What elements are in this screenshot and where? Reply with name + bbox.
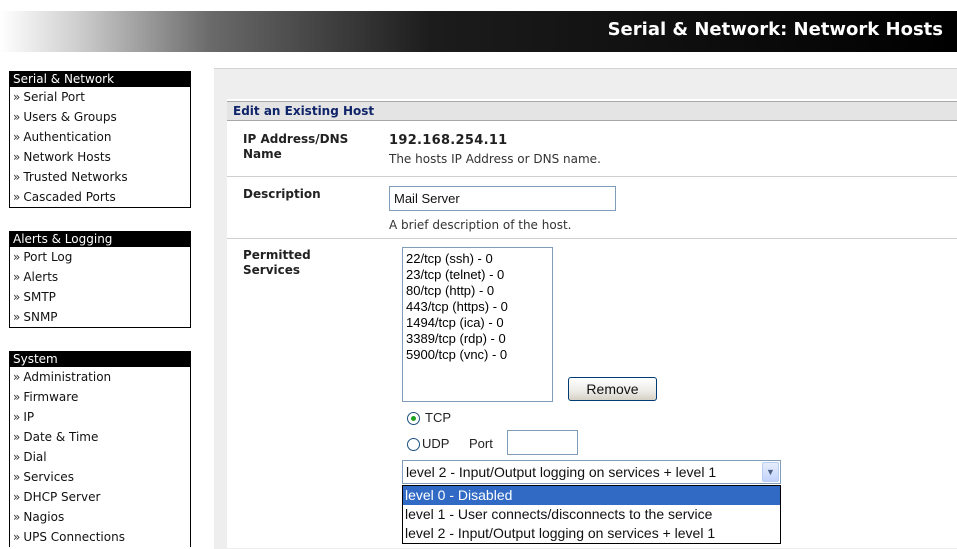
udp-label: UDP xyxy=(422,436,450,451)
ip-help: The hosts IP Address or DNS name. xyxy=(389,152,601,166)
bullet-icon: » xyxy=(13,470,21,484)
bullet-icon: » xyxy=(13,410,21,424)
sidebar-item-authentication[interactable]: » Authentication xyxy=(10,127,190,147)
port-label: Port xyxy=(469,436,493,451)
bullet-icon: » xyxy=(13,430,21,444)
log-level-selected: level 2 - Input/Output logging on servic… xyxy=(406,464,717,480)
log-level-select[interactable]: level 2 - Input/Output logging on servic… xyxy=(402,460,781,484)
log-level-option[interactable]: level 0 - Disabled xyxy=(403,486,780,505)
sidebar-item-users-groups[interactable]: » Users & Groups xyxy=(10,107,190,127)
bullet-icon: » xyxy=(13,110,21,124)
service-option[interactable]: 443/tcp (https) - 0 xyxy=(406,299,552,315)
sidebar-item-trusted-networks[interactable]: » Trusted Networks xyxy=(10,167,190,187)
sidebar-item-cascaded-ports[interactable]: » Cascaded Ports xyxy=(10,187,190,207)
log-level-dropdown[interactable]: level 0 - Disabled level 1 - User connec… xyxy=(402,485,781,544)
row-divider xyxy=(227,176,957,177)
tcp-radio[interactable] xyxy=(407,412,420,425)
sidebar-section-title: System xyxy=(10,352,190,367)
sidebar-section-serial-network: Serial & Network » Serial Port » Users & G… xyxy=(9,71,191,208)
description-label: Description xyxy=(243,187,321,201)
description-field[interactable]: Mail Server xyxy=(389,186,616,211)
bullet-icon: » xyxy=(13,450,21,464)
sidebar-section-title: Serial & Network xyxy=(10,72,190,87)
bullet-icon: » xyxy=(13,130,21,144)
bullet-icon: » xyxy=(13,510,21,524)
bullet-icon: » xyxy=(13,250,21,264)
sidebar-item-smtp[interactable]: » SMTP xyxy=(10,287,190,307)
bullet-icon: » xyxy=(13,490,21,504)
bullet-icon: » xyxy=(13,290,21,304)
udp-radio[interactable] xyxy=(407,438,420,451)
sidebar-item-snmp[interactable]: » SNMP xyxy=(10,307,190,327)
sidebar-section-title: Alerts & Logging xyxy=(10,232,190,247)
sidebar-section-system: System » Administration » Firmware » IP » Da… xyxy=(9,351,191,547)
sidebar-item-network-hosts[interactable]: » Network Hosts xyxy=(10,147,190,167)
bullet-icon: » xyxy=(13,150,21,164)
bullet-icon: » xyxy=(13,190,21,204)
services-label: Permitted Services xyxy=(243,248,311,277)
ip-value: 192.168.254.11 xyxy=(389,133,508,148)
sidebar-item-dhcp-server[interactable]: » DHCP Server xyxy=(10,487,190,507)
sidebar-item-serial-port[interactable]: » Serial Port xyxy=(10,87,190,107)
sidebar-item-administration[interactable]: » Administration xyxy=(10,367,190,387)
service-option[interactable]: 23/tcp (telnet) - 0 xyxy=(406,267,552,283)
bullet-icon: » xyxy=(13,90,21,104)
sidebar-item-nagios[interactable]: » Nagios xyxy=(10,507,190,527)
services-listbox[interactable]: 22/tcp (ssh) - 0 23/tcp (telnet) - 0 80/… xyxy=(402,247,553,402)
sidebar-item-ups-connections[interactable]: » UPS Connections xyxy=(10,527,190,547)
sidebar-item-firmware[interactable]: » Firmware xyxy=(10,387,190,407)
tcp-label: TCP xyxy=(425,410,451,425)
sidebar-item-alerts[interactable]: » Alerts xyxy=(10,267,190,287)
description-help: A brief description of the host. xyxy=(389,218,572,232)
bullet-icon: » xyxy=(13,170,21,184)
sidebar-item-dial[interactable]: » Dial xyxy=(10,447,190,467)
sidebar-item-port-log[interactable]: » Port Log xyxy=(10,247,190,267)
sidebar-item-services[interactable]: » Services xyxy=(10,467,190,487)
service-option[interactable]: 80/tcp (http) - 0 xyxy=(406,283,552,299)
page-title: Serial & Network: Network Hosts xyxy=(607,19,943,40)
log-level-option[interactable]: level 2 - Input/Output logging on servic… xyxy=(403,524,780,543)
chevron-down-icon[interactable]: ▼ xyxy=(762,462,779,482)
bullet-icon: » xyxy=(13,390,21,404)
bullet-icon: » xyxy=(13,310,21,324)
service-option[interactable]: 22/tcp (ssh) - 0 xyxy=(406,251,552,267)
service-option[interactable]: 5900/tcp (vnc) - 0 xyxy=(406,347,552,363)
sidebar-section-alerts-logging: Alerts & Logging » Port Log » Alerts » SMTP… xyxy=(9,231,191,328)
log-level-option[interactable]: level 1 - User connects/disconnects to t… xyxy=(403,505,780,524)
sidebar-item-ip[interactable]: » IP xyxy=(10,407,190,427)
port-field[interactable] xyxy=(507,430,578,455)
remove-button[interactable]: Remove xyxy=(568,377,657,401)
service-option[interactable]: 3389/tcp (rdp) - 0 xyxy=(406,331,552,347)
ip-label: IP Address/DNS Name xyxy=(243,132,349,161)
bullet-icon: » xyxy=(13,370,21,384)
bullet-icon: » xyxy=(13,270,21,284)
page-header: Serial & Network: Network Hosts xyxy=(0,11,957,52)
sidebar-item-date-time[interactable]: » Date & Time xyxy=(10,427,190,447)
section-heading: Edit an Existing Host xyxy=(227,101,957,121)
row-divider xyxy=(227,238,957,239)
service-option[interactable]: 1494/tcp (ica) - 0 xyxy=(406,315,552,331)
bullet-icon: » xyxy=(13,530,21,544)
